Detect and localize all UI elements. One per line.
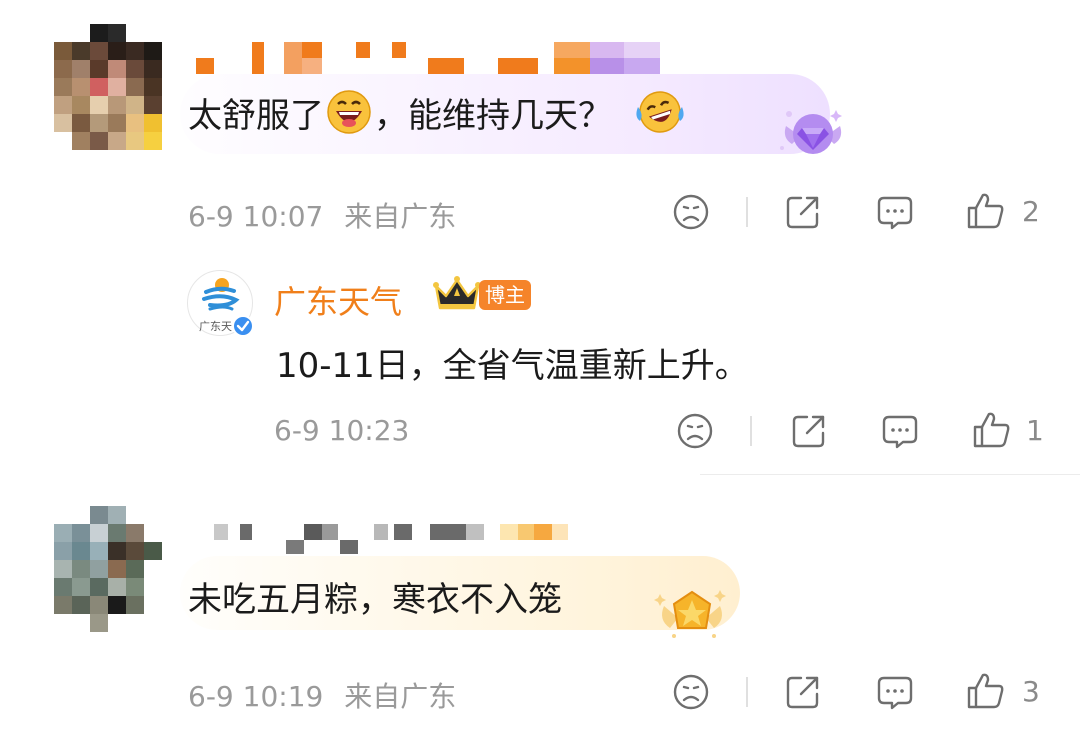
comment-icon[interactable]: [876, 195, 914, 231]
logo-text: 广东天: [199, 320, 232, 333]
divider: [746, 197, 748, 227]
avatar[interactable]: [54, 506, 162, 632]
comment-timestamp: 6-9 10:07 来自广东: [188, 195, 456, 235]
crying-laughing-emoji-icon: [634, 89, 686, 135]
like-count: 1: [1026, 414, 1044, 447]
reply-timestamp: 6-9 10:23: [274, 414, 410, 447]
timestamp-text: 6-9 10:19: [188, 680, 324, 713]
author-name[interactable]: 广东天气: [274, 277, 402, 323]
comment-text-tail: ，能维持几天？: [374, 95, 612, 136]
reply-text: 10-11日，全省气温重新上升。: [276, 346, 749, 386]
share-icon[interactable]: [784, 673, 822, 711]
purple-gem-badge-icon: [778, 104, 848, 160]
share-icon[interactable]: [790, 412, 828, 450]
divider: [750, 416, 752, 446]
comment-icon[interactable]: [876, 675, 914, 711]
like-icon[interactable]: [972, 411, 1012, 449]
comment-text: 未吃五月粽，寒衣不入笼: [188, 580, 562, 620]
like-icon[interactable]: [966, 672, 1006, 710]
like-icon[interactable]: [966, 192, 1006, 230]
timestamp-text: 6-9 10:07: [188, 200, 324, 233]
comment-text: 太舒服了: [188, 95, 324, 136]
username-censored[interactable]: [214, 524, 594, 556]
blogger-badge: 博主: [479, 280, 531, 310]
divider: [746, 677, 748, 707]
crown-icon: [432, 274, 482, 314]
like-count: 2: [1022, 195, 1040, 228]
location-text: 来自广东: [344, 200, 457, 233]
username-censored[interactable]: [196, 42, 666, 76]
laughing-emoji-icon: [326, 89, 372, 135]
author-avatar[interactable]: 广东天: [187, 270, 254, 337]
comment-icon[interactable]: [881, 414, 919, 450]
sad-face-icon[interactable]: [672, 673, 710, 711]
comment-timestamp: 6-9 10:19 来自广东: [188, 675, 456, 715]
comment-text-row: 太舒服了 ，能维持几天？: [188, 89, 686, 136]
sad-face-icon[interactable]: [672, 193, 710, 231]
like-count: 3: [1022, 675, 1040, 708]
location-text: 来自广东: [344, 680, 457, 713]
divider-line: [700, 474, 1080, 475]
sad-face-icon[interactable]: [676, 412, 714, 450]
verified-icon: [232, 315, 254, 337]
avatar[interactable]: [54, 24, 162, 150]
gold-star-badge-icon: [654, 586, 730, 642]
share-icon[interactable]: [784, 193, 822, 231]
